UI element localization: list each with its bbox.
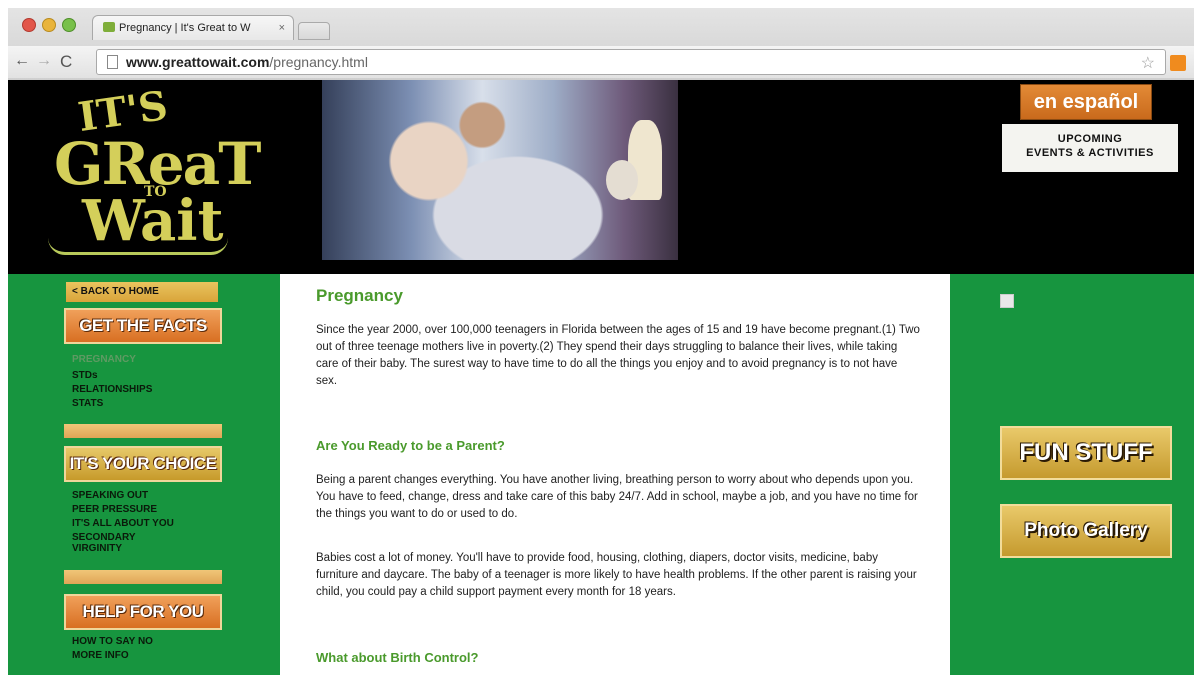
page-icon [107,55,118,69]
sidebar-link-how-to-say-no[interactable]: HOW TO SAY NO [72,636,192,647]
back-arrow-icon[interactable]: ← [14,52,30,70]
page-title: Pregnancy [316,286,403,305]
browser-window: Pregnancy | It's Great to W × ← → C www.… [8,8,1194,81]
get-the-facts-button[interactable]: GET THE FACTS [64,308,222,344]
sidebar-link-more-info[interactable]: MORE INFO [72,650,192,661]
tab-title: Pregnancy | It's Great to W [119,22,251,34]
address-bar[interactable]: www.greattowait.com/pregnancy.html ☆ [96,49,1166,75]
upcoming-line-2: EVENTS & ACTIVITIES [1026,147,1154,159]
favicon-icon [103,22,115,32]
sidebar-link-peer-pressure[interactable]: PEER PRESSURE [72,504,192,515]
site-header: IT'S GReaT TO Wait en español UPCOMING E… [8,80,1194,274]
sidebar-link-speaking-out[interactable]: SPEAKING OUT [72,490,192,501]
sidebar-divider [64,570,222,584]
sidebar-link-stats[interactable]: STATS [72,398,192,409]
espanol-button[interactable]: en español [1020,84,1152,120]
rss-extension-icon[interactable] [1170,55,1186,71]
sidebar-link-stds[interactable]: STDs [72,370,192,381]
web-page: IT'S GReaT TO Wait en español UPCOMING E… [8,80,1194,675]
fun-stuff-button[interactable]: FUN STUFF [1000,426,1172,480]
intro-paragraph: Since the year 2000, over 100,000 teenag… [316,324,920,387]
hero-photo [322,80,678,260]
maximize-window-button[interactable] [62,18,76,32]
logo-swirl [48,238,228,255]
left-sidebar: < BACK TO HOME GET THE FACTS PREGNANCY S… [8,274,280,675]
right-sidebar: FUN STUFF Photo Gallery [950,274,1194,675]
back-to-home-button[interactable]: < BACK TO HOME [66,282,218,302]
minimize-window-button[interactable] [42,18,56,32]
heading-ready-parent: Are You Ready to be a Parent? [316,438,505,453]
sidebar-link-pregnancy[interactable]: PREGNANCY [72,354,192,365]
main-content: Pregnancy Since the year 2000, over 100,… [280,274,950,675]
broken-image-icon [1000,294,1014,308]
new-tab-button[interactable] [298,22,330,40]
its-your-choice-button[interactable]: IT'S YOUR CHOICE [64,446,222,482]
heading-birth-control: What about Birth Control? [316,650,479,665]
close-window-button[interactable] [22,18,36,32]
tab-close-icon[interactable]: × [279,16,285,40]
sidebar-link-all-about-you[interactable]: IT'S ALL ABOUT YOU [72,518,192,529]
browser-toolbar: ← → C www.greattowait.com/pregnancy.html… [8,46,1194,78]
help-for-you-button[interactable]: HELP FOR YOU [64,594,222,630]
url-domain: www.greattowait.com [126,54,270,70]
sidebar-link-relationships[interactable]: RELATIONSHIPS [72,384,192,395]
forward-arrow-icon[interactable]: → [36,52,52,70]
reload-icon[interactable]: C [60,52,72,72]
upcoming-line-1: UPCOMING [1057,133,1123,145]
ready-paragraph-2: Babies cost a lot of money. You'll have … [316,552,917,598]
sidebar-divider [64,424,222,438]
site-logo[interactable]: IT'S GReaT TO Wait [48,82,261,263]
hero-toy [606,160,638,200]
bookmark-star-icon[interactable]: ☆ [1141,52,1155,76]
sidebar-link-secondary-virginity[interactable]: SECONDARY VIRGINITY [72,532,162,554]
upcoming-events-button[interactable]: UPCOMING EVENTS & ACTIVITIES [1002,124,1178,172]
ready-paragraph-1: Being a parent changes everything. You h… [316,474,918,520]
browser-tab[interactable]: Pregnancy | It's Great to W × [92,15,294,40]
url-path: /pregnancy.html [269,54,368,70]
photo-gallery-button[interactable]: Photo Gallery [1000,504,1172,558]
